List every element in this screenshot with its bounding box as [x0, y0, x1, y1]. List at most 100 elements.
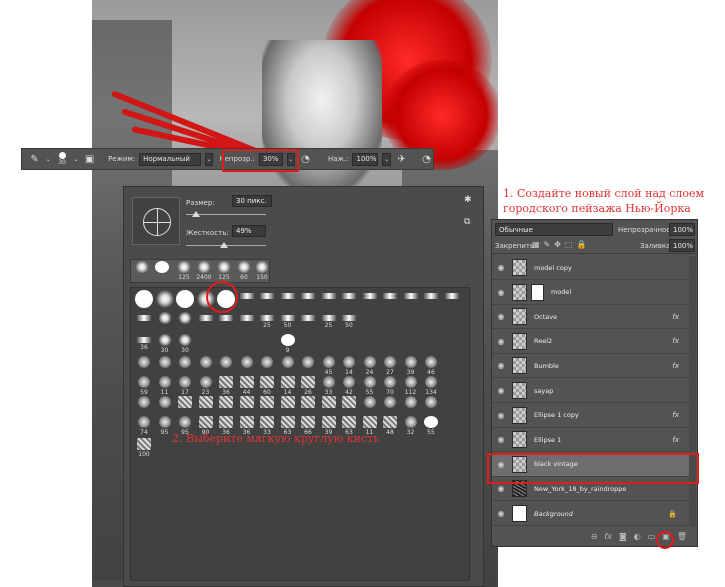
layer-fx-badge[interactable]: fx — [672, 362, 679, 370]
brush-tip[interactable]: 100 — [135, 438, 153, 460]
brush-tip[interactable] — [402, 396, 420, 418]
brush-tip[interactable]: 48 — [381, 416, 399, 438]
brush-tip[interactable]: 30 — [156, 334, 174, 356]
brush-tip[interactable] — [238, 356, 256, 378]
brush-tip[interactable]: 36 — [135, 334, 153, 356]
flow-field[interactable]: 100% — [352, 152, 379, 166]
mask-icon[interactable]: ◙ — [619, 532, 627, 541]
brush-tip[interactable]: 50 — [340, 312, 358, 334]
brush-size-preview[interactable]: 30 — [56, 152, 69, 166]
brush-tip[interactable]: 25 — [320, 312, 338, 334]
chevron-down-icon[interactable]: ⌄ — [204, 152, 214, 166]
brush-tip[interactable] — [135, 312, 153, 334]
brush-tip[interactable]: 14 — [340, 356, 358, 378]
layer-row[interactable]: ◉ model copy — [492, 256, 689, 280]
layer-thumbnail[interactable] — [512, 259, 527, 276]
layer-thumbnail[interactable] — [512, 308, 527, 326]
trash-icon[interactable]: 🗑 — [677, 532, 687, 541]
brush-tip[interactable] — [443, 290, 461, 312]
layer-row[interactable]: ◉ model — [492, 280, 689, 305]
brush-tip[interactable]: 32 — [402, 416, 420, 438]
brush-tip[interactable]: 14 — [279, 376, 297, 398]
brush-tip[interactable]: 42 — [340, 376, 358, 398]
size-field[interactable]: 30 пикс. — [232, 195, 272, 207]
brush-tip[interactable] — [381, 290, 399, 312]
brush-tip[interactable] — [279, 356, 297, 378]
brush-tip[interactable] — [197, 356, 215, 378]
brush-tip[interactable] — [197, 312, 215, 334]
layer-mask-thumbnail[interactable] — [531, 283, 544, 301]
layer-row[interactable]: ◉ Ellipse 1 copy fx — [492, 403, 689, 428]
brush-tip[interactable] — [320, 290, 338, 312]
brush-tip[interactable] — [176, 312, 194, 334]
airbrush-icon[interactable]: ✈ — [395, 151, 408, 167]
visibility-eye-icon[interactable]: ◉ — [494, 386, 508, 395]
layer-fx-badge[interactable]: fx — [672, 411, 679, 419]
brush-tip[interactable]: 70 — [381, 376, 399, 398]
layer-row[interactable]: ◉ Ellipse 1 fx — [492, 428, 689, 453]
visibility-eye-icon[interactable]: ◉ — [494, 288, 508, 297]
fill-field[interactable]: 100% — [669, 239, 695, 252]
recent-brush-tip[interactable]: 2400 — [195, 261, 213, 283]
layer-row[interactable]: ◉ Background 🔒 — [492, 502, 689, 526]
visibility-eye-icon[interactable]: ◉ — [494, 411, 508, 420]
brush-tip[interactable] — [320, 396, 338, 418]
brush-tip[interactable]: 23 — [197, 376, 215, 398]
recent-brush-tip[interactable] — [133, 261, 151, 283]
recent-brush-tip[interactable]: 150 — [253, 261, 271, 283]
brush-tip[interactable] — [155, 290, 174, 312]
folder-icon[interactable]: ▭ — [648, 532, 656, 541]
brush-tip[interactable] — [197, 396, 215, 418]
brush-tip[interactable]: 60 — [258, 376, 276, 398]
brush-tip[interactable] — [299, 396, 317, 418]
visibility-eye-icon[interactable]: ◉ — [494, 361, 508, 370]
brush-tip[interactable]: 26 — [299, 376, 317, 398]
visibility-eye-icon[interactable]: ◉ — [494, 484, 508, 493]
brush-tip[interactable] — [217, 396, 235, 418]
brush-tip[interactable] — [156, 356, 174, 378]
brush-angle-preview[interactable] — [132, 197, 180, 245]
brush-tip[interactable] — [381, 396, 399, 418]
brush-tip[interactable]: 39 — [402, 356, 420, 378]
layer-row[interactable]: ◉ sayap — [492, 379, 689, 403]
layer-fx-badge[interactable]: fx — [672, 313, 679, 321]
visibility-eye-icon[interactable]: ◉ — [494, 337, 508, 346]
gear-icon[interactable]: ✱ — [464, 195, 472, 205]
brush-tip[interactable] — [299, 290, 317, 312]
layer-thumbnail[interactable] — [512, 357, 527, 375]
brush-tool-icon[interactable]: ✎ — [28, 151, 41, 167]
brush-tip[interactable]: 112 — [402, 376, 420, 398]
brush-tip[interactable]: 36 — [217, 376, 235, 398]
visibility-eye-icon[interactable]: ◉ — [494, 263, 508, 272]
brush-tip[interactable] — [299, 356, 317, 378]
brush-tip[interactable] — [176, 396, 194, 418]
brush-tip[interactable] — [340, 290, 358, 312]
brush-tip[interactable]: 59 — [135, 376, 153, 398]
brush-tip[interactable]: 55 — [361, 376, 379, 398]
brush-tip[interactable]: 74 — [135, 416, 153, 438]
layer-row[interactable]: ◉ Reel2 fx — [492, 329, 689, 354]
brush-tip[interactable] — [238, 290, 256, 312]
brush-tip[interactable]: 95 — [156, 416, 174, 438]
layer-fx-badge[interactable]: fx — [672, 436, 679, 444]
layer-row[interactable]: ◉ Octave fx — [492, 305, 689, 330]
brush-tip[interactable] — [340, 396, 358, 418]
brush-tip[interactable]: 55 — [422, 416, 440, 438]
layer-thumbnail[interactable] — [512, 505, 527, 522]
brush-tip[interactable]: 17 — [176, 376, 194, 398]
adjustment-icon[interactable]: ◐ — [634, 532, 641, 541]
brush-tip[interactable] — [135, 290, 153, 312]
recent-brush-tip[interactable] — [153, 261, 171, 283]
layer-thumbnail[interactable] — [512, 382, 527, 399]
brush-tip[interactable]: 27 — [381, 356, 399, 378]
fx-icon[interactable]: fx — [604, 532, 612, 541]
layer-row[interactable]: ◉ Bumble fx — [492, 354, 689, 379]
brush-tip[interactable]: 25 — [258, 312, 276, 334]
brush-tip[interactable] — [156, 396, 174, 418]
layer-thumbnail[interactable] — [512, 332, 527, 350]
brush-tip[interactable]: 24 — [361, 356, 379, 378]
brush-tip[interactable]: 9 — [279, 334, 297, 356]
brush-tip[interactable] — [258, 396, 276, 418]
brush-panel-toggle-icon[interactable]: ▣ — [83, 151, 96, 167]
brush-tip[interactable] — [176, 290, 194, 312]
